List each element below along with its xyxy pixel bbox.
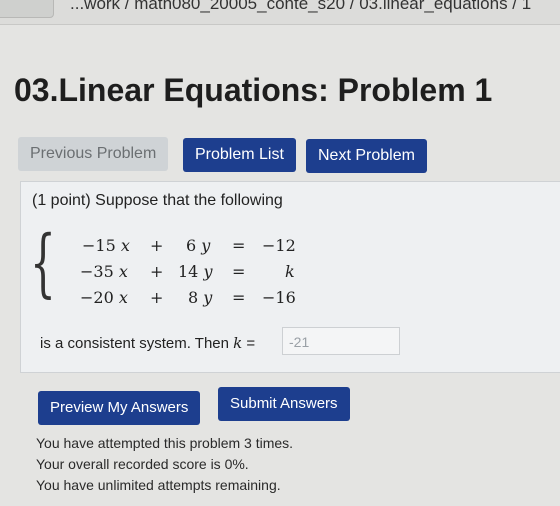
eq2-coef-y: 14 y (178, 262, 213, 281)
eq3-coef-x: −20 x (80, 288, 128, 307)
back-button[interactable] (0, 0, 54, 18)
answer-prompt: is a consistent system. Then k = (40, 334, 255, 352)
score-status: Your overall recorded score is 0%. (36, 456, 249, 472)
answer-prefix: is a consistent system. Then (40, 335, 229, 352)
eq3-rhs: −16 (262, 288, 296, 307)
page-title: 03.Linear Equations: Problem 1 (14, 72, 493, 108)
problem-intro: (1 point) Suppose that the following (32, 192, 283, 209)
problem-list-button[interactable]: Problem List (183, 138, 296, 172)
remaining-status: You have unlimited attempts remaining. (36, 477, 281, 493)
answer-variable: k (233, 334, 243, 352)
eq3-equals: = (232, 288, 246, 307)
next-problem-button[interactable]: Next Problem (306, 139, 427, 173)
eq2-rhs: k (285, 262, 295, 281)
previous-problem-button[interactable]: Previous Problem (18, 137, 169, 171)
submit-answers-button[interactable]: Submit Answers (218, 387, 350, 421)
eq1-coef-x: −15 x (82, 236, 130, 255)
eq1-rhs: −12 (262, 236, 296, 255)
eq2-equals: = (232, 262, 246, 281)
eq1-coef-y: 6 y (186, 236, 211, 255)
preview-answers-button[interactable]: Preview My Answers (38, 391, 201, 425)
answer-equals: = (246, 335, 256, 352)
eq2-coef-x: −35 x (80, 262, 128, 281)
eq2-plus: + (150, 262, 164, 281)
breadcrumb[interactable]: ...work / math080_20005_conte_s20 / 03.l… (70, 0, 531, 14)
eq3-coef-y: 8 y (188, 288, 213, 307)
top-bar: ...work / math080_20005_conte_s20 / 03.l… (0, 0, 560, 25)
answer-input[interactable]: -21 (282, 327, 400, 355)
eq1-plus: + (150, 236, 164, 255)
eq3-plus: + (150, 288, 164, 307)
system-brace-icon: { (30, 220, 56, 306)
eq1-equals: = (232, 236, 246, 255)
attempts-status: You have attempted this problem 3 times. (36, 435, 294, 451)
